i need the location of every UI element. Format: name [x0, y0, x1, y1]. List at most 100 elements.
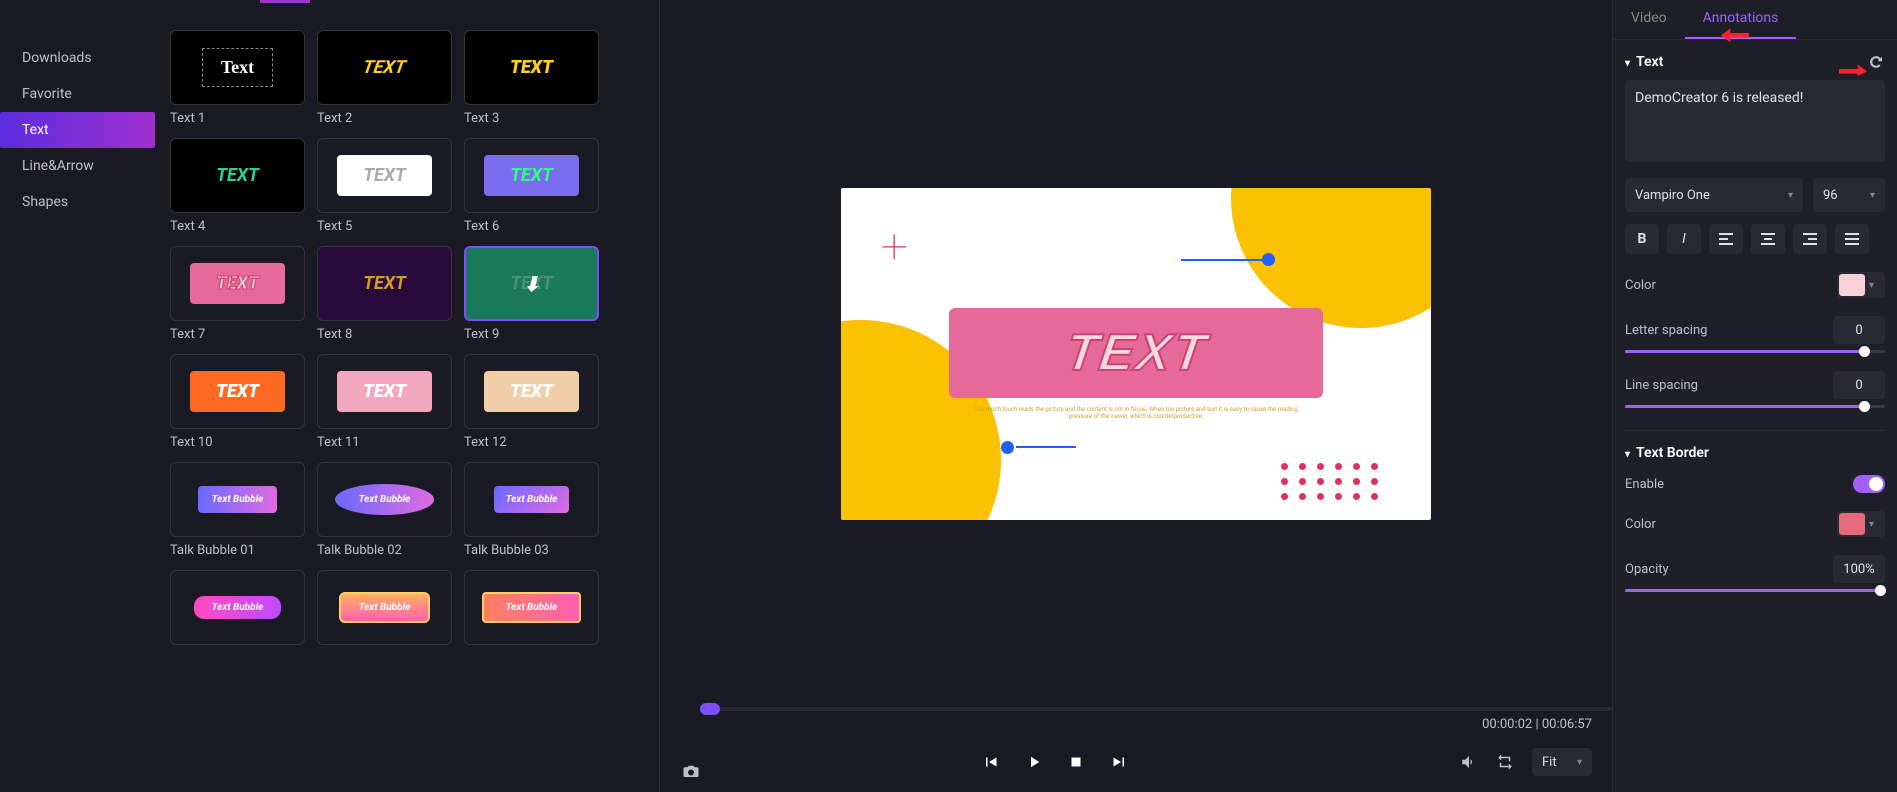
asset-text-8[interactable]: TEXTText 8: [317, 246, 452, 342]
thumb-text: TEXT: [361, 57, 407, 78]
prev-frame-icon[interactable]: [983, 753, 1001, 771]
asset-label: Text 2: [317, 111, 452, 126]
opacity-input[interactable]: [1833, 555, 1885, 583]
decor-line: [1016, 446, 1076, 448]
text-content-input[interactable]: [1625, 80, 1885, 162]
text-color-picker[interactable]: ▾: [1837, 272, 1885, 298]
asset-label: Talk Bubble 03: [464, 543, 599, 558]
opacity-slider[interactable]: [1625, 589, 1885, 592]
asset-text-2[interactable]: TEXT Text 2: [317, 30, 452, 126]
zoom-select[interactable]: Fit ▾: [1532, 748, 1592, 776]
asset-label: Text 6: [464, 219, 599, 234]
asset-label: Text 1: [170, 111, 305, 126]
italic-button[interactable]: I: [1667, 224, 1701, 254]
reset-icon[interactable]: [1867, 55, 1885, 69]
align-left-button[interactable]: [1709, 224, 1743, 254]
stop-icon[interactable]: [1067, 753, 1085, 771]
camera-icon[interactable]: [682, 762, 700, 780]
asset-text-3[interactable]: TEXT Text 3: [464, 30, 599, 126]
progress-bar[interactable]: [700, 707, 1612, 711]
canvas-subtext: Too much touch reads the picture and the…: [971, 406, 1301, 420]
color-preview: [1839, 513, 1865, 535]
asset-talk-bubble-4[interactable]: Text Bubble: [170, 570, 305, 645]
letter-spacing-slider[interactable]: [1625, 350, 1885, 353]
thumb-text: TEXT: [510, 57, 553, 78]
format-row: B I: [1625, 224, 1885, 254]
line-spacing-slider[interactable]: [1625, 405, 1885, 408]
thumb-text: TEXT: [337, 371, 432, 412]
section-text-header[interactable]: ▾Text: [1613, 40, 1897, 80]
font-size: 96: [1823, 188, 1838, 203]
thumb-text: TEXT: [337, 155, 432, 196]
decor-dot: [1262, 253, 1275, 266]
preview-panel: + TEXT Too much touch reads the picture …: [660, 0, 1612, 792]
color-label: Color: [1625, 278, 1656, 293]
line-spacing-label: Line spacing: [1625, 378, 1698, 393]
sidebar-item-line-arrow[interactable]: Line&Arrow: [0, 148, 155, 184]
asset-label: Text 7: [170, 327, 305, 342]
align-justify-button[interactable]: [1835, 224, 1869, 254]
canvas-text-block[interactable]: TEXT: [949, 308, 1323, 398]
volume-icon[interactable]: [1460, 753, 1478, 771]
canvas[interactable]: + TEXT Too much touch reads the picture …: [841, 188, 1431, 520]
asset-text-10[interactable]: TEXT Text 10: [170, 354, 305, 450]
asset-text-4[interactable]: TEXTText 4: [170, 138, 305, 234]
sidebar-item-text[interactable]: Text: [0, 112, 155, 148]
line-spacing-input[interactable]: [1833, 371, 1885, 399]
asset-text-6[interactable]: TEXTText 6: [464, 138, 599, 234]
asset-talk-bubble-6[interactable]: Text Bubble: [464, 570, 599, 645]
asset-talk-bubble-5[interactable]: Text Bubble: [317, 570, 452, 645]
align-center-button[interactable]: [1751, 224, 1785, 254]
section-title: Text Border: [1636, 445, 1709, 461]
sidebar-item-shapes[interactable]: Shapes: [0, 184, 155, 220]
asset-grid: TextText 1 TEXTText 2 TEXTText 3 TEXTTex…: [155, 0, 659, 792]
tab-annotations[interactable]: Annotations: [1685, 0, 1797, 39]
asset-talk-bubble-2[interactable]: Text BubbleTalk Bubble 02: [317, 462, 452, 558]
chevron-down-icon: ▾: [1577, 757, 1582, 768]
progress-thumb[interactable]: [700, 703, 720, 715]
thumb-text: Text Bubble: [494, 486, 570, 513]
asset-label: Text 8: [317, 327, 452, 342]
loop-icon[interactable]: [1496, 753, 1514, 771]
letter-spacing-input[interactable]: [1833, 316, 1885, 344]
playbar-right: Fit ▾: [1460, 748, 1592, 776]
asset-label: Text 10: [170, 435, 305, 450]
border-properties: Enable Color ▾ Opacity: [1613, 471, 1897, 592]
play-icon[interactable]: [1025, 753, 1043, 771]
font-family-select[interactable]: Vampiro One ▾: [1625, 178, 1803, 212]
properties-tabs: Video Annotations: [1613, 0, 1897, 40]
asset-text-1[interactable]: Text Text 1: [170, 30, 305, 126]
asset-label: Text 12: [464, 435, 599, 450]
thumb-text: Text Bubble: [194, 596, 282, 619]
decor-dot: [1001, 441, 1014, 454]
playbar: Fit ▾: [660, 732, 1612, 792]
thumb-text: TEXT: [190, 371, 285, 412]
asset-label: Text 9: [464, 327, 599, 342]
border-color-picker[interactable]: ▾: [1837, 511, 1885, 537]
bold-button[interactable]: B: [1625, 224, 1659, 254]
asset-talk-bubble-1[interactable]: Text BubbleTalk Bubble 01: [170, 462, 305, 558]
asset-text-9[interactable]: TEXT⬇Text 9: [464, 246, 599, 342]
asset-label: Text 3: [464, 111, 599, 126]
font-size-select[interactable]: 96 ▾: [1813, 178, 1885, 212]
border-color-label: Color: [1625, 517, 1656, 532]
sidebar-item-downloads[interactable]: Downloads: [0, 40, 155, 76]
left-panel: Downloads Favorite Text Line&Arrow Shape…: [0, 0, 660, 792]
sidebar-item-favorite[interactable]: Favorite: [0, 76, 155, 112]
chevron-down-icon: ▾: [1869, 280, 1874, 291]
asset-text-7[interactable]: TEXTText 7: [170, 246, 305, 342]
next-frame-icon[interactable]: [1109, 753, 1127, 771]
preview-area: + TEXT Too much touch reads the picture …: [660, 0, 1612, 707]
asset-text-11[interactable]: TEXTText 11: [317, 354, 452, 450]
align-right-button[interactable]: [1793, 224, 1827, 254]
thumb-text: TEXT: [484, 371, 579, 412]
section-text-border-header[interactable]: ▾Text Border: [1613, 431, 1897, 471]
zoom-label: Fit: [1542, 755, 1557, 770]
thumb-text: Text: [202, 48, 273, 87]
asset-talk-bubble-3[interactable]: Text Bubble Talk Bubble 03: [464, 462, 599, 558]
border-enable-toggle[interactable]: [1853, 475, 1885, 493]
tab-video[interactable]: Video: [1613, 0, 1685, 39]
asset-text-12[interactable]: TEXT Text 12: [464, 354, 599, 450]
asset-text-5[interactable]: TEXTText 5: [317, 138, 452, 234]
chevron-down-icon: ▾: [1869, 519, 1874, 530]
